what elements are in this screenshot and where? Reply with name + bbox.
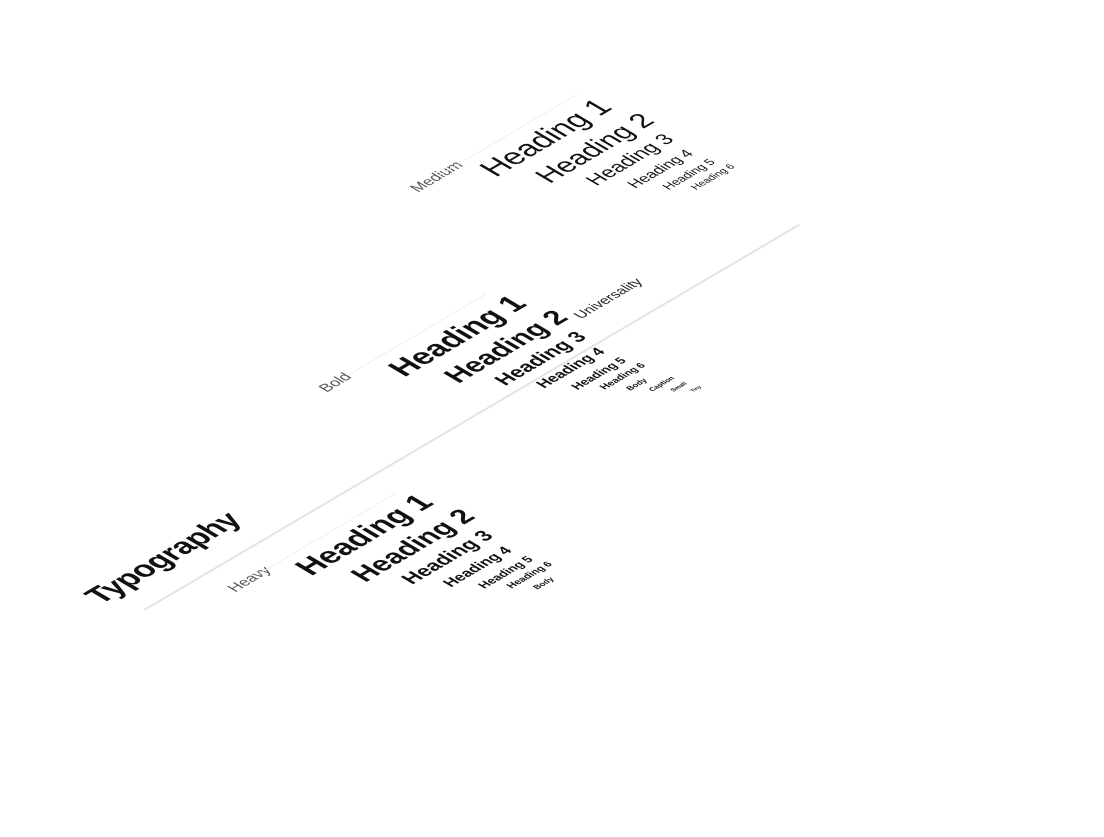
typography-board-stage: Typography Heavy Heading 1 Heading 2 Hea… <box>0 0 1104 837</box>
